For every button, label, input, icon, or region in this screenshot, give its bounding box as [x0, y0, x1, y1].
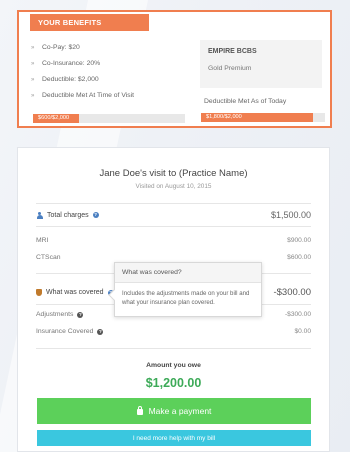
tooltip-body: Includes the adjustments made on your bi…	[122, 290, 250, 306]
deductible-today-bar: $1,800/$2,000	[201, 113, 325, 122]
chevron-right-icon: »	[31, 93, 35, 99]
covered-value: -$300.00	[273, 287, 311, 298]
divider	[36, 203, 311, 204]
charge-value: $900.00	[287, 237, 311, 244]
benefit-item: » Deductible: $2,000	[31, 72, 181, 88]
shield-icon	[36, 289, 42, 296]
benefit-list: » Co-Pay: $20 » Co-Insurance: 20% » Dedu…	[31, 40, 181, 104]
total-charges-row: Total charges ? $1,500.00	[36, 210, 311, 220]
lock-icon	[136, 406, 143, 415]
tooltip-title: What was covered?	[115, 263, 261, 283]
help-bill-button[interactable]: I need more help with my bill	[37, 430, 311, 446]
benefit-item: » Co-Insurance: 20%	[31, 56, 181, 72]
covered-tooltip: What was covered? Includes the adjustmen…	[108, 262, 262, 317]
deductible-visit-fill: $600/$2,000	[33, 114, 79, 123]
person-icon	[36, 211, 43, 219]
divider	[36, 348, 311, 349]
adjustment-label: Adjustments	[36, 311, 74, 318]
plan-tier: Gold Premium	[208, 65, 252, 72]
total-charges-label-wrap: Total charges ?	[36, 211, 99, 219]
chevron-right-icon: »	[31, 77, 35, 83]
plan-card: EMPIRE BCBS Gold Premium	[200, 40, 322, 88]
benefit-deductible-visit: Deductible Met At Time of Visit	[42, 92, 135, 99]
help-icon[interactable]: ?	[97, 328, 104, 335]
plan-name: EMPIRE BCBS	[208, 48, 257, 55]
charge-label: CTScan	[36, 254, 61, 261]
adjustment-value: -$300.00	[284, 311, 311, 318]
charge-label: MRI	[36, 237, 49, 244]
divider	[36, 226, 311, 227]
amount-owe-value: $1,200.00	[145, 376, 202, 390]
benefit-item: » Co-Pay: $20	[31, 40, 181, 56]
adjustment-label-wrap: Adjustments ?	[36, 311, 84, 318]
help-bill-label: I need more help with my bill	[132, 434, 216, 442]
visit-title: Jane Doe's visit to (Practice Name)	[99, 168, 248, 179]
deductible-visit-bar: $600/$2,000	[33, 114, 185, 123]
help-icon[interactable]: ?	[77, 311, 84, 318]
charge-row: CTScan $600.00	[36, 254, 311, 261]
make-payment-button[interactable]: Make a payment	[37, 398, 311, 424]
total-charges-value: $1,500.00	[270, 210, 311, 220]
covered-label-wrap: What was covered ?	[36, 289, 114, 296]
total-charges-label: Total charges	[47, 211, 89, 219]
deductible-today-label: Deductible Met As of Today	[204, 98, 287, 105]
insurance-label-wrap: Insurance Covered ?	[36, 328, 104, 335]
chevron-right-icon: »	[31, 45, 35, 51]
benefits-panel: YOUR BENEFITS » Co-Pay: $20 » Co-Insuran…	[17, 10, 332, 128]
charge-value: $600.00	[287, 254, 311, 261]
benefit-coinsurance: Co-Insurance: 20%	[42, 60, 101, 67]
insurance-covered-value: $0.00	[294, 328, 311, 335]
amount-owe-label: Amount you owe	[146, 362, 201, 369]
benefits-title: YOUR BENEFITS	[30, 14, 149, 31]
deductible-today-fill: $1,800/$2,000	[201, 113, 313, 122]
benefit-item: » Deductible Met At Time of Visit	[31, 88, 181, 104]
visit-date: Visited on August 10, 2015	[135, 183, 212, 190]
insurance-covered-label: Insurance Covered	[36, 328, 94, 335]
adjustment-row: Insurance Covered ? $0.00	[36, 328, 311, 335]
covered-label: What was covered	[46, 289, 104, 296]
chevron-right-icon: »	[31, 61, 35, 67]
make-payment-label: Make a payment	[148, 406, 212, 416]
charge-row: MRI $900.00	[36, 237, 311, 244]
benefit-deductible: Deductible: $2,000	[42, 76, 99, 83]
benefit-copay: Co-Pay: $20	[42, 44, 80, 51]
help-icon[interactable]: ?	[92, 212, 99, 218]
